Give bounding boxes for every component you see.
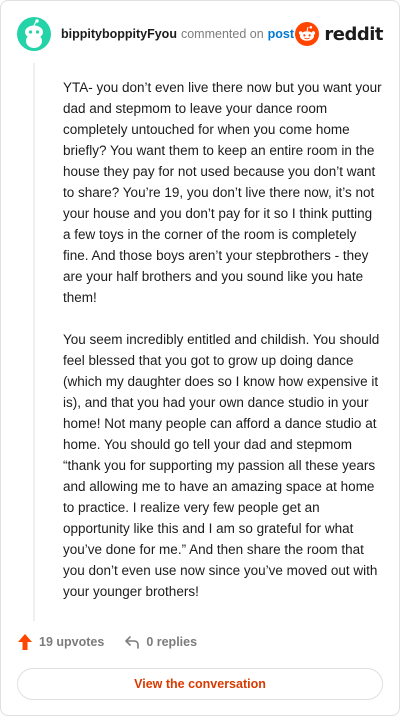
comment-meta: bippityboppityFyou commented on post bbox=[61, 27, 295, 41]
username[interactable]: bippityboppityFyou bbox=[61, 27, 177, 41]
reply-arrow-icon bbox=[125, 636, 140, 649]
upvote-button[interactable]: 19 upvotes bbox=[17, 633, 104, 651]
reply-count: 0 replies bbox=[146, 635, 198, 649]
comment-header: bippityboppityFyou commented on post red… bbox=[17, 17, 383, 51]
snoo-avatar-icon[interactable] bbox=[17, 17, 51, 51]
comment-embed-card: bippityboppityFyou commented on post red… bbox=[0, 0, 400, 716]
reddit-logo-icon bbox=[295, 22, 320, 46]
reddit-wordmark: reddit bbox=[324, 23, 383, 45]
upvote-arrow-icon bbox=[18, 634, 32, 650]
comment-body: YTA- you don’t even live there now but y… bbox=[63, 77, 383, 623]
comment-paragraph: YTA- you don’t even live there now but y… bbox=[63, 80, 382, 305]
view-conversation-button[interactable]: View the conversation bbox=[17, 668, 383, 700]
comment-actions: 19 upvotes 0 replies bbox=[17, 633, 197, 651]
thread-line[interactable] bbox=[33, 63, 35, 621]
post-link[interactable]: post bbox=[268, 27, 294, 41]
reply-button[interactable]: 0 replies bbox=[124, 634, 197, 650]
upvote-count: 19 upvotes bbox=[39, 635, 105, 649]
reddit-brand[interactable]: reddit bbox=[295, 22, 383, 46]
comment-paragraph: You seem incredibly entitled and childis… bbox=[63, 332, 380, 599]
commented-on-text: commented on bbox=[180, 27, 264, 41]
